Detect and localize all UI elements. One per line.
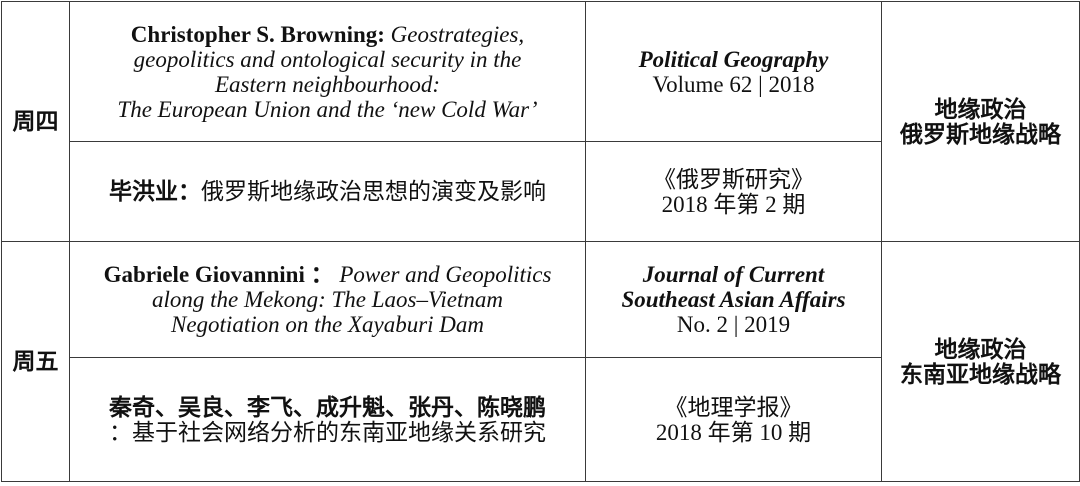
paper-cell: 毕洪业：俄罗斯地缘政治思想的演变及影响	[69, 141, 586, 242]
journal-cell: Political Geography Volume 62 | 2018	[585, 1, 882, 142]
paper-title-line: Geostrategies,	[390, 21, 525, 47]
topic-line: 地缘政治	[934, 96, 1027, 122]
paper-cell: 秦奇、吴良、李飞、成升魁、张丹、陈晓鹏 ：基于社会网络分析的东南亚地缘关系研究	[69, 357, 586, 482]
paper-title-line: geopolitics and ontological security in …	[133, 46, 522, 72]
paper-title-line: Eastern neighbourhood:	[214, 71, 441, 97]
journal-name: Journal of Current	[642, 262, 825, 287]
paper-author: Gabriele Giovannini ：	[103, 262, 334, 287]
reading-schedule-table: 周四 Christopher S. Browning: Geostrategie…	[1, 1, 1080, 482]
journal-name: 《地理学报》	[664, 394, 803, 420]
journal-issue: 2018 年第 10 期	[655, 419, 812, 445]
paper-cell: Gabriele Giovannini ： Power and Geopolit…	[69, 241, 586, 358]
journal-cell: 《地理学报》 2018 年第 10 期	[585, 357, 882, 482]
journal-name: 《俄罗斯研究》	[653, 166, 814, 192]
journal-cell: 《俄罗斯研究》 2018 年第 2 期	[585, 141, 882, 242]
paper-author: 毕洪业：	[109, 179, 201, 204]
journal-issue: Volume 62 | 2018	[652, 71, 815, 97]
day-label: 周四	[12, 109, 59, 134]
journal-name: Southeast Asian Affairs	[621, 287, 846, 312]
table-row: 周五 Gabriele Giovannini ： Power and Geopo…	[1, 241, 1080, 482]
day-cell: 周四	[1, 1, 70, 242]
paper-author: 秦奇、吴良、李飞、成升魁、张丹、陈晓鹏	[109, 394, 546, 420]
paper-author: Christopher S. Browning:	[130, 21, 385, 47]
day-label: 周五	[12, 349, 59, 374]
journal-cell: Journal of Current Southeast Asian Affai…	[585, 241, 882, 358]
paper-title-line: Power and Geopolitics	[339, 262, 552, 287]
day-cell: 周五	[1, 241, 70, 482]
topic-line: 地缘政治	[934, 336, 1027, 362]
paper-title-line: Negotiation on the Xayaburi Dam	[170, 312, 485, 337]
journal-name: Political Geography	[638, 46, 829, 72]
topic-line: 俄罗斯地缘战略	[900, 121, 1061, 147]
paper-cell: Christopher S. Browning: Geostrategies, …	[69, 1, 586, 142]
topic-cell: 地缘政治 东南亚地缘战略	[881, 241, 1080, 482]
table-row: 周四 Christopher S. Browning: Geostrategie…	[1, 1, 1080, 242]
journal-issue: 2018 年第 2 期	[661, 191, 806, 217]
journal-issue: No. 2 | 2019	[676, 312, 791, 337]
paper-title: ：基于社会网络分析的东南亚地缘关系研究	[109, 419, 546, 445]
paper-title-line: The European Union and the ‘new Cold War…	[117, 96, 538, 122]
topic-cell: 地缘政治 俄罗斯地缘战略	[881, 1, 1080, 242]
paper-title-line: along the Mekong: The Laos–Vietnam	[152, 287, 503, 312]
topic-line: 东南亚地缘战略	[900, 361, 1061, 387]
paper-title: 俄罗斯地缘政治思想的演变及影响	[201, 179, 546, 204]
